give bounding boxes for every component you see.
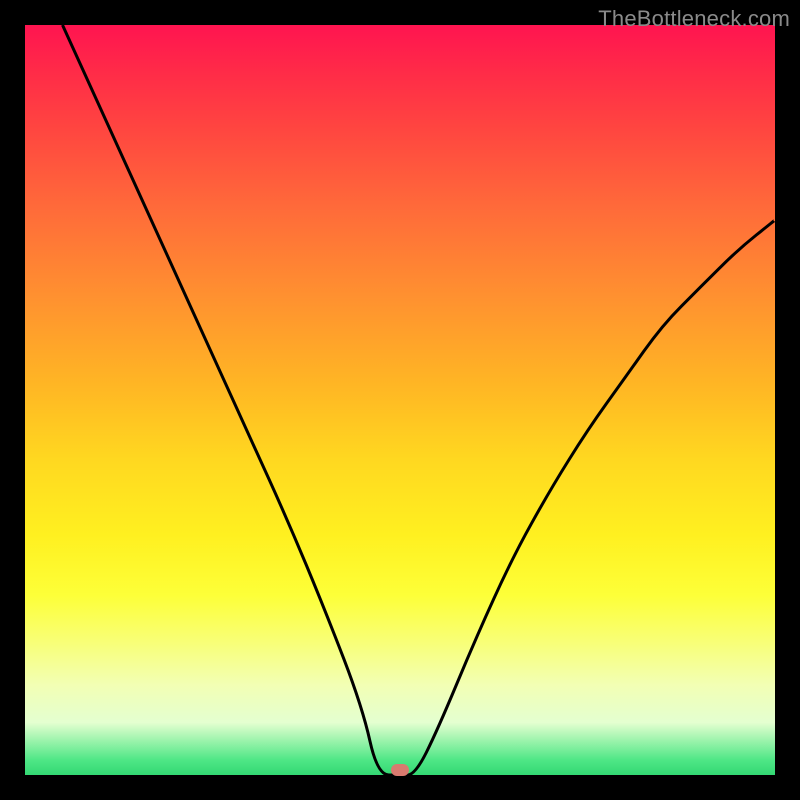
- chart-plot-area: [25, 25, 775, 775]
- optimal-marker: [391, 764, 409, 776]
- bottleneck-curve: [25, 25, 775, 775]
- watermark-text: TheBottleneck.com: [598, 6, 790, 32]
